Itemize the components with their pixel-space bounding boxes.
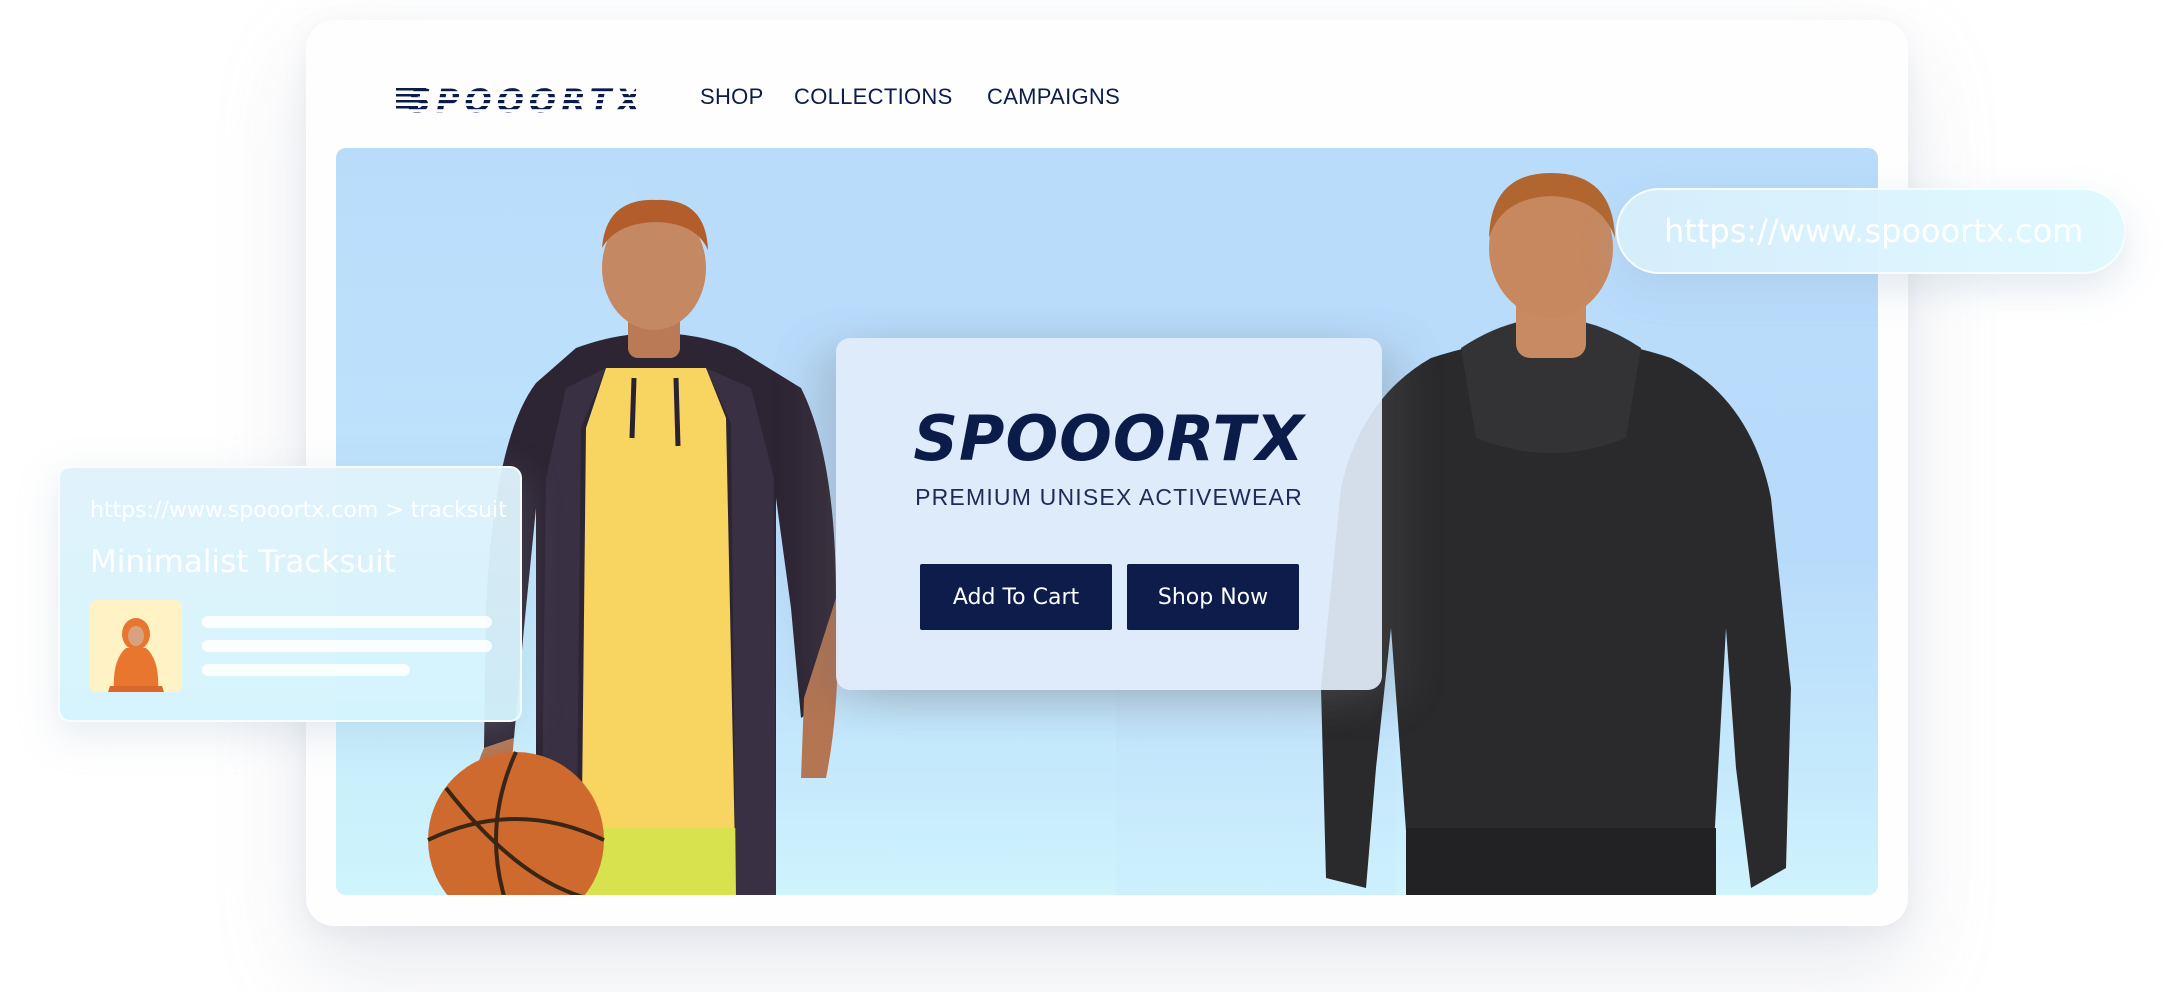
shop-now-button[interactable]: Shop Now (1127, 564, 1299, 630)
spooortx-logo[interactable]: SPOOORTX (396, 76, 636, 120)
url-pill: https://www.spooortx.com (1616, 188, 2126, 274)
top-navigation: SPOOORTX SHOP COLLECTIONS CAMPAIGNS (306, 20, 1908, 148)
browser-card: SPOOORTX SHOP COLLECTIONS CAMPAIGNS SPOO… (306, 20, 1908, 926)
result-snippet-line (202, 616, 492, 628)
result-snippet-line (202, 640, 492, 652)
nav-link-shop[interactable]: SHOP (700, 84, 764, 110)
result-url: https://www.spooortx.com > tracksuit (90, 498, 507, 523)
hero-brand-title: SPOOORTX (913, 402, 1305, 475)
nav-link-campaigns[interactable]: CAMPAIGNS (987, 84, 1120, 110)
search-result-card[interactable]: https://www.spooortx.com > tracksuit Min… (58, 466, 522, 722)
add-to-cart-button[interactable]: Add To Cart (920, 564, 1112, 630)
nav-link-collections[interactable]: COLLECTIONS (794, 84, 953, 110)
hero-tagline: PREMIUM UNISEX ACTIVEWEAR (915, 484, 1303, 510)
logo-text: SPOOORTX (408, 82, 636, 120)
logo-wordmark: SPOOORTX (396, 82, 636, 120)
product-thumbnail (90, 600, 182, 692)
result-snippet-line (202, 664, 410, 676)
hero-overlay-card: SPOOORTX PREMIUM UNISEX ACTIVEWEAR Add T… (836, 338, 1382, 690)
result-title[interactable]: Minimalist Tracksuit (90, 544, 396, 580)
